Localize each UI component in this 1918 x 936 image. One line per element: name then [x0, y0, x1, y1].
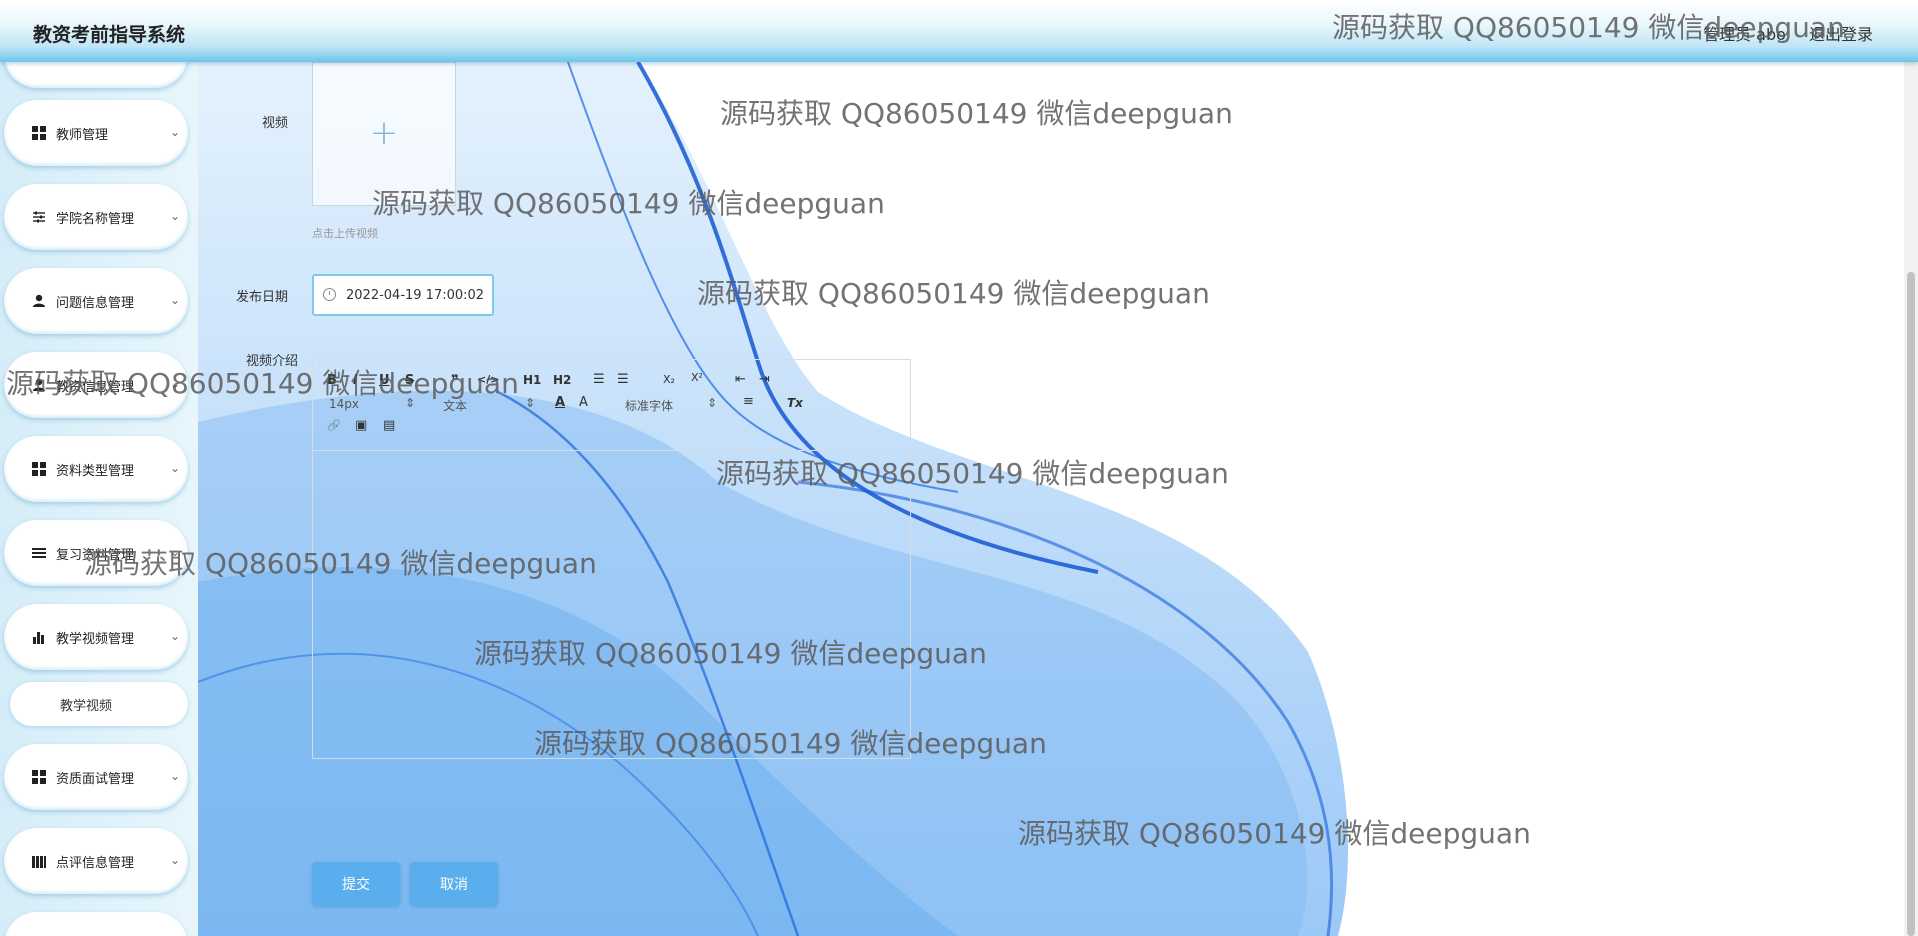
book-icon — [32, 854, 46, 868]
video-intro-label: 视频介绍 — [245, 354, 298, 369]
editor-content-area[interactable] — [313, 451, 910, 757]
sidebar-item-partial-bottom[interactable] — [4, 912, 188, 936]
app-title: 教资考前指导系统 — [33, 24, 186, 46]
sidebar-item-question[interactable]: 问题信息管理 ⌄ — [4, 268, 188, 334]
user-icon — [32, 378, 46, 392]
h1-button[interactable]: H1 — [523, 373, 541, 387]
sidebar-item-label: 问题信息管理 — [56, 296, 135, 311]
cancel-button[interactable]: 取消 — [410, 862, 498, 906]
plus-icon: + — [369, 113, 399, 153]
text-color-button[interactable]: A — [555, 395, 565, 410]
sliders-icon — [32, 210, 46, 224]
user-icon — [32, 294, 46, 308]
align-button[interactable]: ≡ — [743, 394, 754, 409]
upload-hint: 点击上传视频 — [312, 227, 378, 240]
ordered-list-icon[interactable]: ☰ — [593, 372, 605, 387]
top-right-area: 管理员 abo 退出登录 — [1685, 21, 1873, 45]
link-icon[interactable]: 🔗 — [327, 419, 341, 432]
top-bar: 教资考前指导系统 管理员 abo 退出登录 — [0, 0, 1918, 62]
chevron-down-icon: ⌄ — [170, 853, 181, 867]
header-select[interactable]: 文本 — [443, 397, 467, 414]
chevron-down-icon: ⌄ — [170, 461, 181, 475]
publish-date-value: 2022-04-19 17:00:02 — [346, 287, 485, 303]
sidebar-item-certificate[interactable]: 教资信息管理 ⌄ — [4, 352, 188, 418]
chevron-down-icon: ⌄ — [170, 125, 181, 139]
video-icon[interactable]: ▤ — [383, 418, 395, 433]
underline-button[interactable]: U — [379, 373, 390, 388]
page-scrollbar[interactable] — [1904, 62, 1918, 936]
font-size-select[interactable]: 14px — [329, 397, 359, 411]
grid-icon — [32, 770, 46, 784]
submenu-item-label: 教学视频 — [60, 699, 113, 714]
grid-icon — [32, 126, 46, 140]
clean-format-button[interactable]: Tx — [787, 396, 803, 410]
blockquote-button[interactable]: ❞ — [451, 373, 459, 388]
sidebar-item-comment[interactable]: 点评信息管理 ⌄ — [4, 828, 188, 894]
chevron-down-icon: ⌄ — [170, 377, 181, 391]
indent-icon[interactable]: ⇥ — [759, 372, 770, 387]
clock-icon — [323, 288, 336, 301]
sidebar-item-teaching-video[interactable]: 教学视频管理 ⌄ — [4, 604, 188, 670]
list-icon — [32, 546, 46, 560]
logout-link[interactable]: 退出登录 — [1809, 25, 1873, 44]
sidebar-item-review-material[interactable]: 复习资料管理 ⌄ — [4, 520, 188, 586]
submenu-item-teaching-video[interactable]: 教学视频 — [10, 682, 188, 726]
subscript-button[interactable]: X₂ — [663, 373, 675, 386]
sidebar-item-label: 教学视频管理 — [56, 632, 135, 647]
sidebar-item-label: 点评信息管理 — [56, 856, 135, 871]
background-color-button[interactable]: A — [579, 395, 588, 410]
rich-text-editor: B I U S ❞ </> H1 H2 ☰ ☰ X₂ X² ⇤ ⇥ 14px ⇕… — [312, 359, 911, 759]
editor-toolbar: B I U S ❞ </> H1 H2 ☰ ☰ X₂ X² ⇤ ⇥ 14px ⇕… — [313, 360, 910, 451]
sidebar-item-label: 资料类型管理 — [56, 464, 135, 479]
strike-button[interactable]: S — [405, 373, 414, 388]
sidebar: 教师管理 ⌄ 学院名称管理 ⌄ 问题信息管理 ⌄ 教资信息管理 ⌄ 资料类型管理… — [0, 62, 198, 936]
sidebar-item-label: 教资信息管理 — [56, 380, 135, 395]
sidebar-item-teacher[interactable]: 教师管理 ⌄ — [4, 100, 188, 166]
video-label: 视频 — [261, 116, 288, 131]
sidebar-item-material-type[interactable]: 资料类型管理 ⌄ — [4, 436, 188, 502]
italic-button[interactable]: I — [353, 373, 358, 388]
sidebar-item-label: 资质面试管理 — [56, 772, 135, 787]
bold-button[interactable]: B — [327, 373, 337, 388]
code-block-button[interactable]: </> — [477, 373, 499, 386]
sidebar-item-college[interactable]: 学院名称管理 ⌄ — [4, 184, 188, 250]
scrollbar-thumb[interactable] — [1907, 272, 1915, 936]
submit-button[interactable]: 提交 — [312, 862, 400, 906]
sidebar-item-interview[interactable]: 资质面试管理 ⌄ — [4, 744, 188, 810]
chevron-down-icon: ⌄ — [170, 629, 181, 643]
superscript-button[interactable]: X² — [691, 371, 703, 384]
sidebar-item-label: 学院名称管理 — [56, 212, 135, 227]
sidebar-item-label: 教师管理 — [56, 128, 109, 143]
sidebar-item-partial[interactable] — [4, 62, 188, 88]
chevron-updown-icon: ⇕ — [707, 396, 718, 410]
chevron-down-icon: ⌄ — [170, 293, 181, 307]
chevron-down-icon: ⌄ — [170, 545, 181, 559]
bullet-list-icon[interactable]: ☰ — [617, 372, 629, 387]
current-user-label: 管理员 abo — [1703, 25, 1786, 44]
chevron-updown-icon: ⇕ — [525, 396, 536, 410]
grid-icon — [32, 462, 46, 476]
video-upload-box[interactable]: + — [312, 62, 456, 206]
sidebar-item-label: 复习资料管理 — [56, 548, 135, 563]
publish-date-label: 发布日期 — [235, 290, 288, 305]
image-icon[interactable]: ▣ — [355, 418, 367, 433]
chevron-updown-icon: ⇕ — [405, 396, 416, 410]
h2-button[interactable]: H2 — [553, 373, 571, 387]
chevron-down-icon: ⌄ — [170, 209, 181, 223]
outdent-icon[interactable]: ⇤ — [735, 372, 746, 387]
chevron-down-icon: ⌄ — [170, 769, 181, 783]
main-content: 视频 + 点击上传视频 发布日期 2022-04-19 17:00:02 视频介… — [198, 62, 1904, 936]
publish-date-input[interactable]: 2022-04-19 17:00:02 — [312, 274, 494, 316]
font-family-select[interactable]: 标准字体 — [625, 397, 673, 414]
bar-chart-icon — [32, 630, 46, 644]
